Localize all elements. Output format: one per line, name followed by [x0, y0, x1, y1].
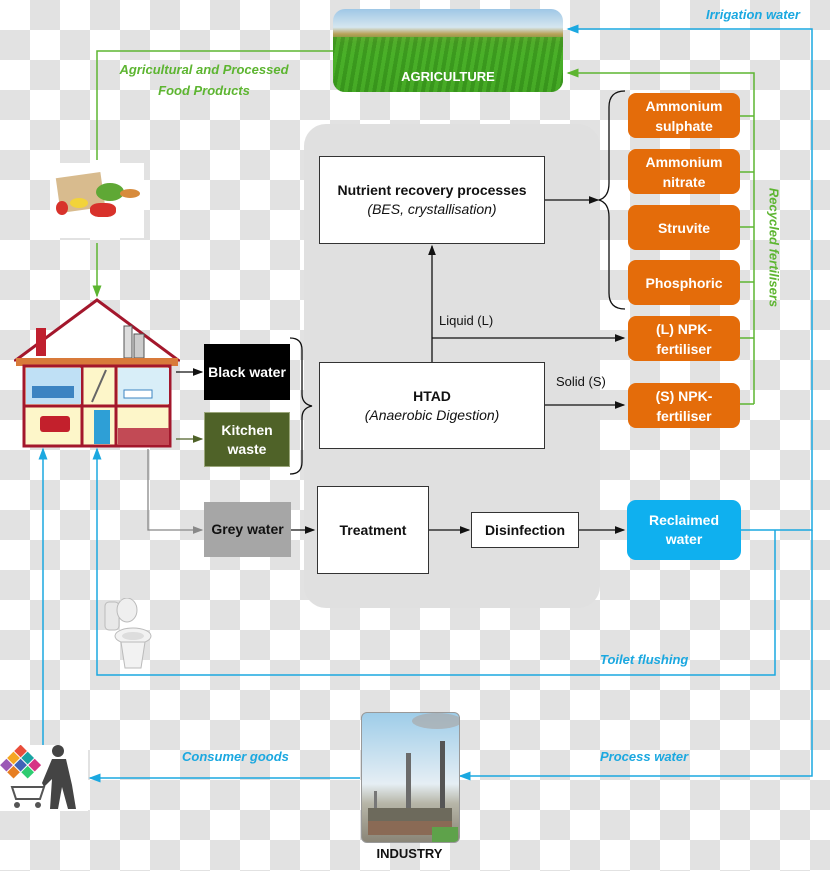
liquid-label: Liquid (L): [439, 313, 494, 328]
process-water-label: Process water: [600, 749, 689, 764]
grocery-bag-icon: [50, 163, 144, 238]
industry-label: INDUSTRY: [376, 846, 443, 861]
consumer-goods-label: Consumer goods: [182, 749, 289, 764]
fertiliser-ammonium-nitrate: Ammonium nitrate: [628, 149, 740, 194]
recycled-fertilisers-label: Recycled fertilisers: [766, 187, 782, 308]
flow-house-grey: [147, 449, 204, 534]
grey-water-node: Grey water: [204, 502, 291, 557]
toilet-icon: [103, 597, 153, 670]
irrigation-label: Irrigation water: [706, 7, 800, 22]
kitchen-waste-node: Kitchen waste: [204, 412, 290, 467]
treatment-node: Treatment: [317, 486, 429, 574]
disinfection-node: Disinfection: [471, 512, 579, 548]
fertiliser-ammonium-sulphate: Ammonium sulphate: [628, 93, 740, 138]
fertiliser-struvite: Struvite: [628, 205, 740, 250]
fertiliser-s-npk: (S) NPK-fertiliser: [628, 383, 740, 428]
toilet-flushing-label: Toilet flushing: [600, 652, 689, 667]
agriculture-node: AGRICULTURE: [333, 9, 563, 92]
agri-products-label: Agricultural and Processed Food Products: [119, 62, 289, 98]
flow-toilet-flushing: [92, 447, 776, 676]
reclaimed-water-node: Reclaimed water: [627, 500, 741, 560]
fertiliser-phosphoric: Phosphoric: [628, 260, 740, 305]
htad-node: HTAD (Anaerobic Digestion): [319, 362, 545, 449]
brace-inputs: [289, 337, 313, 475]
solid-label: Solid (S): [556, 374, 606, 389]
agriculture-label: AGRICULTURE: [401, 69, 495, 84]
black-water-node: Black water: [204, 344, 290, 400]
brace-fertilisers: [596, 90, 626, 310]
factory-icon: [361, 712, 460, 843]
nutrient-recovery-node: Nutrient recovery processes (BES, crysta…: [319, 156, 545, 244]
shopping-cart-person-icon: [0, 744, 88, 811]
fertiliser-l-npk: (L) NPK-fertiliser: [628, 316, 740, 361]
house-cutaway-icon: [11, 298, 183, 448]
